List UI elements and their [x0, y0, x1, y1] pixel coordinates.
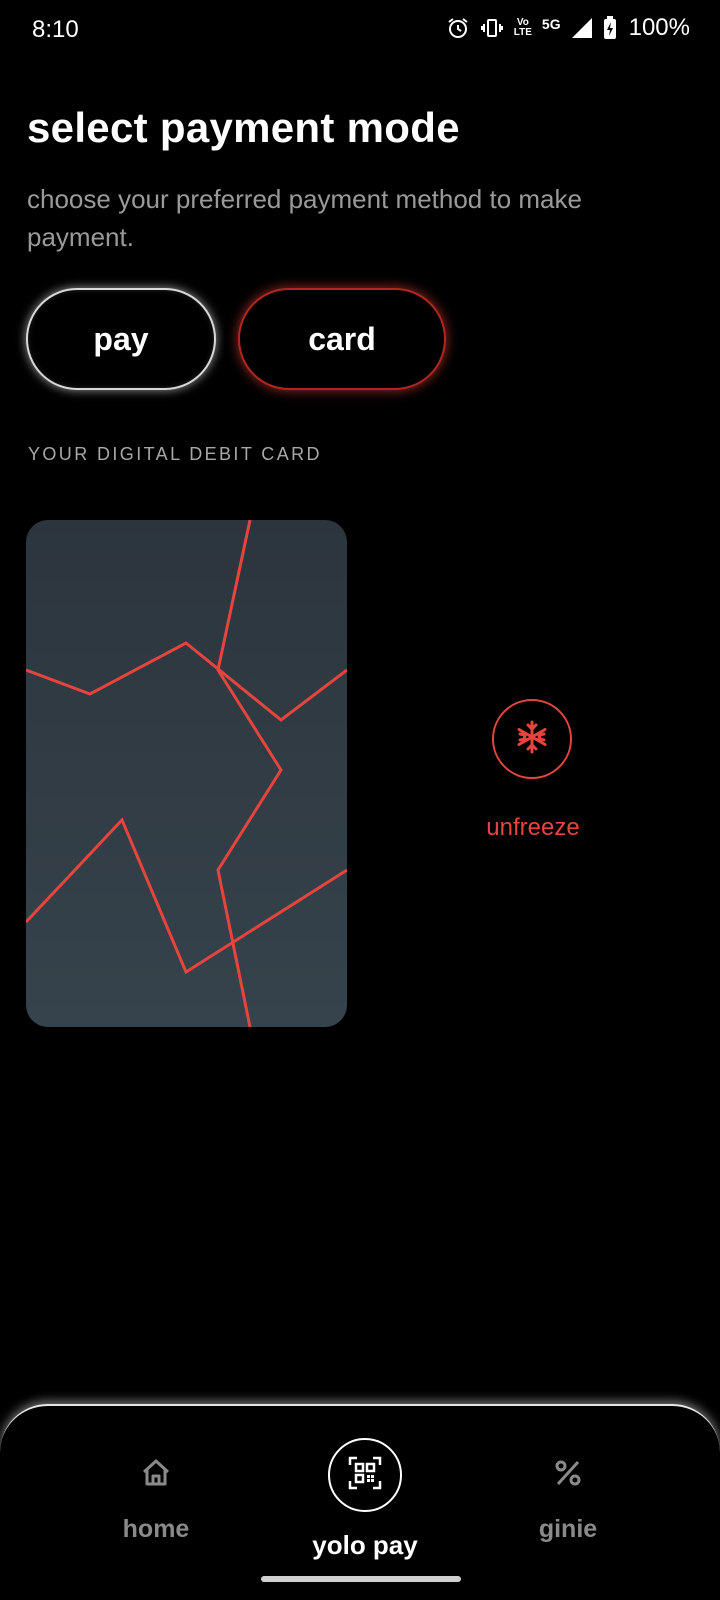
card-mode-label: card — [308, 320, 376, 357]
alarm-icon — [446, 16, 470, 40]
nav-home[interactable]: home — [96, 1456, 216, 1544]
page-subtitle: choose your preferred payment method to … — [27, 184, 582, 252]
status-time: 8:10 — [32, 16, 79, 43]
page-title: select payment mode — [27, 104, 460, 151]
nav-yolo-pay-label: yolo pay — [312, 1530, 418, 1560]
nav-home-label: home — [122, 1515, 190, 1543]
nav-yolo-pay[interactable]: yolo pay — [300, 1438, 430, 1561]
payment-mode-screen: 8:10 Vo LTE 5G 100% select payment mode … — [0, 0, 720, 1600]
snowflake-icon — [514, 719, 550, 760]
percent-icon — [551, 1460, 585, 1494]
vibrate-icon — [480, 16, 504, 40]
digital-debit-card[interactable] — [26, 520, 347, 1027]
qr-code-icon — [348, 1456, 382, 1495]
battery-icon — [603, 16, 617, 40]
pay-mode-label: pay — [93, 320, 149, 357]
nav-ginie[interactable]: ginie — [508, 1456, 628, 1544]
pay-mode-button[interactable]: pay — [26, 288, 216, 390]
card-pattern — [26, 520, 347, 1027]
home-indicator[interactable] — [261, 1576, 461, 1582]
section-label: YOUR DIGITAL DEBIT CARD — [28, 444, 322, 464]
card-mode-button[interactable]: card — [238, 288, 446, 390]
unfreeze-label[interactable]: unfreeze — [462, 814, 604, 842]
status-icons: Vo LTE 5G 100% — [446, 14, 690, 42]
volte-icon: Vo LTE — [513, 17, 532, 38]
nav-ginie-label: ginie — [538, 1515, 598, 1543]
unfreeze-button[interactable] — [492, 699, 572, 779]
battery-percent: 100% — [628, 14, 690, 41]
signal-icon — [571, 17, 593, 39]
yolo-pay-circle — [328, 1438, 402, 1512]
home-icon — [139, 1459, 173, 1494]
network-type: 5G — [541, 16, 561, 32]
status-bar: 8:10 Vo LTE 5G 100% — [0, 0, 720, 64]
